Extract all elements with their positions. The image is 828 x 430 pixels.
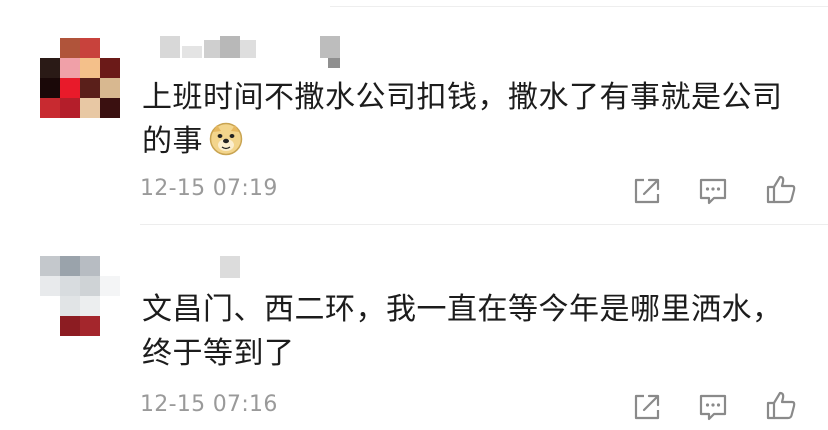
comment-text-line: 上班时间不撒水公司扣钱，撒水了有事就是公司 (142, 80, 783, 115)
username[interactable] (160, 36, 350, 68)
like-button[interactable] (764, 388, 798, 422)
comment-icon (699, 394, 727, 421)
timestamp: 12-15 07:19 (140, 176, 278, 201)
share-button[interactable] (630, 174, 664, 208)
share-button[interactable] (630, 390, 664, 424)
reply-button[interactable] (696, 390, 730, 424)
comment-text: 文昌门、西二环，我一直在等今年是哪里洒水， 终于等到了 (142, 288, 792, 376)
timestamp: 12-15 07:16 (140, 392, 278, 417)
avatar[interactable] (40, 256, 120, 336)
thumbs-up-icon (766, 175, 796, 204)
comment-text: 上班时间不撒水公司扣钱，撒水了有事就是公司 的事 (142, 76, 792, 164)
comment-text-line: 的事 (142, 124, 203, 159)
reply-button[interactable] (696, 174, 730, 208)
comment-text-line: 文昌门、西二环，我一直在等今年是哪里洒水， (142, 292, 783, 327)
doge-emoji-icon (209, 122, 243, 156)
comment-item: 文昌门、西二环，我一直在等今年是哪里洒水， 终于等到了 12-15 07:16 (0, 226, 828, 430)
comment-item: 上班时间不撒水公司扣钱，撒水了有事就是公司 的事 12-15 07:19 (0, 0, 828, 222)
comment-divider (140, 224, 828, 225)
share-icon (634, 394, 660, 420)
thumbs-up-icon (766, 391, 796, 420)
avatar[interactable] (40, 38, 120, 118)
username[interactable] (220, 256, 244, 286)
comment-text-line: 终于等到了 (142, 336, 295, 371)
like-button[interactable] (764, 172, 798, 206)
comment-icon (699, 178, 727, 205)
share-icon (634, 178, 660, 204)
